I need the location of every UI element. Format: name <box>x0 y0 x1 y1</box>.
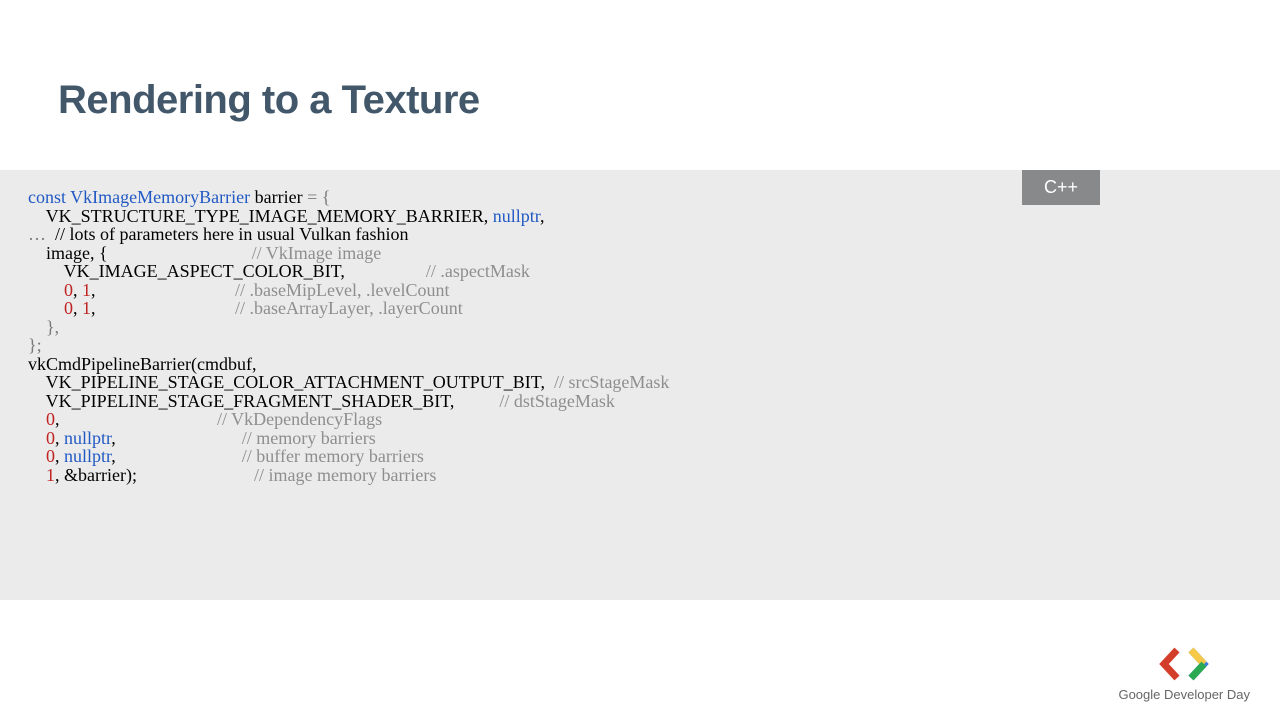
code-token: image, { <box>28 243 252 263</box>
code-token: , <box>73 280 82 300</box>
code-token: 0 <box>64 298 73 318</box>
slide: Rendering to a Texture C++ const VkImage… <box>0 0 1280 720</box>
code-token: }; <box>28 335 42 355</box>
code-token: }, <box>28 317 59 337</box>
code-token: VK_STRUCTURE_TYPE_IMAGE_MEMORY_BARRIER, <box>28 206 493 226</box>
code-token: nullptr <box>493 206 540 226</box>
code-token: 1 <box>82 280 91 300</box>
code-token <box>28 298 64 318</box>
code-token: , <box>91 280 235 300</box>
code-token: 1 <box>46 465 55 485</box>
footer-brand-text: Google Developer Day <box>1118 687 1250 702</box>
code-token: , <box>55 428 64 448</box>
code-token: , <box>55 409 217 429</box>
code-token: , <box>111 428 242 448</box>
code-token <box>28 465 46 485</box>
footer-logo: Google Developer Day <box>1118 647 1250 702</box>
code-token: VK_IMAGE_ASPECT_COLOR_BIT, <box>28 261 426 281</box>
code-token: // .baseMipLevel, .levelCount <box>235 280 449 300</box>
code-token <box>28 428 46 448</box>
code-token <box>28 446 46 466</box>
code-token: // VkImage image <box>252 243 382 263</box>
code-token: // VkDependencyFlags <box>217 409 382 429</box>
code-token: nullptr <box>64 446 111 466</box>
footer-brand-devday: Developer Day <box>1160 687 1250 702</box>
code-token <box>28 409 46 429</box>
code-token: const <box>28 187 70 207</box>
code-token: barrier <box>78 465 126 485</box>
code-token: 1 <box>82 298 91 318</box>
code-block: C++ const VkImageMemoryBarrier barrier =… <box>0 170 1280 600</box>
code-token <box>28 280 64 300</box>
chevron-left-icon <box>1159 647 1181 681</box>
code-content: const VkImageMemoryBarrier barrier = { V… <box>28 188 1252 484</box>
code-token: , & <box>55 465 78 485</box>
code-token: ); <box>126 465 254 485</box>
code-token: … <box>28 224 55 244</box>
language-badge: C++ <box>1022 170 1100 205</box>
code-token: // .baseArrayLayer, .layerCount <box>235 298 463 318</box>
slide-title: Rendering to a Texture <box>58 78 480 123</box>
code-token: // .aspectMask <box>426 261 530 281</box>
footer-brand-google: Google <box>1118 687 1160 702</box>
code-token: // memory barriers <box>242 428 376 448</box>
chevrons-icon <box>1118 647 1250 681</box>
code-token: 0 <box>64 280 73 300</box>
code-token: // srcStageMask <box>554 372 669 392</box>
chevron-right-icon <box>1187 647 1209 681</box>
code-token: , <box>111 446 242 466</box>
code-token: VK_PIPELINE_STAGE_COLOR_ATTACHMENT_OUTPU… <box>28 372 554 392</box>
code-token: 0 <box>46 428 55 448</box>
code-token: VK_PIPELINE_STAGE_FRAGMENT_SHADER_BIT, <box>28 391 499 411</box>
code-token: , <box>540 206 545 226</box>
code-token: // dstStageMask <box>499 391 615 411</box>
code-token: nullptr <box>64 428 111 448</box>
code-token: , <box>73 298 82 318</box>
code-token: 0 <box>46 446 55 466</box>
code-token: vkCmdPipelineBarrier(cmdbuf, <box>28 354 256 374</box>
code-token: VkImageMemoryBarrier <box>70 187 250 207</box>
code-token: // lots of parameters here in usual Vulk… <box>55 224 409 244</box>
code-token: // buffer memory barriers <box>242 446 424 466</box>
code-token: // image memory barriers <box>254 465 436 485</box>
code-token: = { <box>303 187 331 207</box>
code-token: 0 <box>46 409 55 429</box>
code-token: , <box>91 298 235 318</box>
code-token: barrier <box>250 187 302 207</box>
code-token: , <box>55 446 64 466</box>
